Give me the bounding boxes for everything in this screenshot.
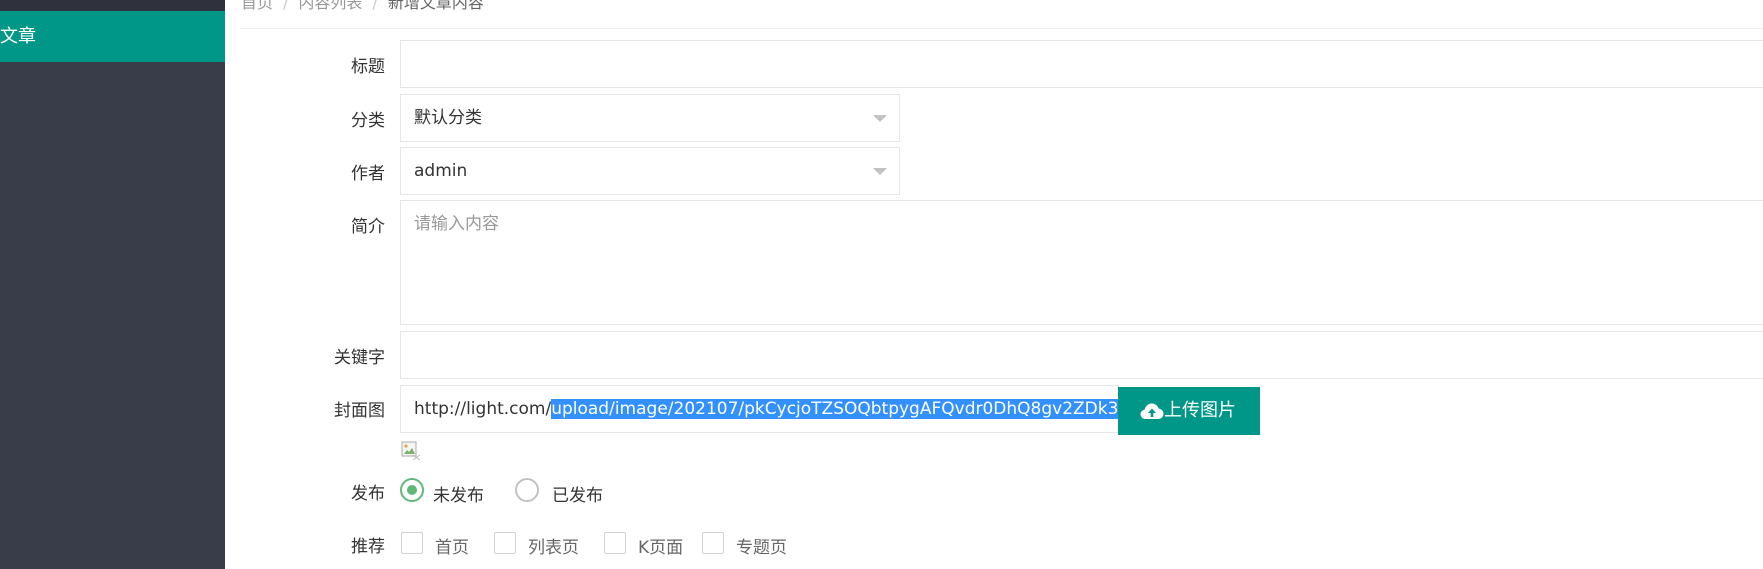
- breadcrumb: 首页 / 内容列表 / 新增文章内容: [241, 0, 484, 13]
- keywords-label: 关键字: [334, 348, 385, 368]
- breadcrumb-separator: /: [372, 0, 378, 12]
- radio-unpublished-label[interactable]: 未发布: [433, 481, 484, 506]
- breadcrumb-content-list[interactable]: 内容列表: [298, 0, 362, 12]
- checkbox-k-page[interactable]: [604, 532, 626, 554]
- cover-label: 封面图: [334, 401, 385, 421]
- author-label: 作者: [351, 164, 385, 184]
- radio-dot: [407, 485, 417, 495]
- publish-label: 发布: [351, 484, 385, 504]
- title-input[interactable]: [400, 40, 1763, 88]
- radio-unpublished[interactable]: [400, 478, 424, 502]
- cover-url-prefix: http://light.com/: [414, 399, 552, 419]
- sidebar-item-label: 文章: [0, 26, 36, 47]
- breadcrumb-divider: [240, 28, 1763, 29]
- category-select[interactable]: 默认分类: [400, 94, 900, 142]
- summary-placeholder: 请输入内容: [414, 214, 499, 234]
- checkbox-home-label[interactable]: 首页: [435, 533, 469, 558]
- checkbox-home[interactable]: [401, 532, 423, 554]
- breadcrumb-current: 新增文章内容: [387, 0, 484, 12]
- checkbox-topic-page[interactable]: [702, 532, 724, 554]
- checkbox-k-page-label[interactable]: K页面: [638, 533, 683, 558]
- category-value: 默认分类: [414, 108, 482, 128]
- checkbox-topic-page-label[interactable]: 专题页: [736, 533, 787, 558]
- checkbox-list-page[interactable]: [494, 532, 516, 554]
- chevron-down-icon: [873, 168, 887, 175]
- category-label: 分类: [351, 111, 385, 131]
- keywords-input[interactable]: [400, 331, 1763, 379]
- summary-textarea[interactable]: 请输入内容: [400, 200, 1763, 325]
- checkbox-list-page-label[interactable]: 列表页: [528, 533, 579, 558]
- cover-url-input[interactable]: http://light.com/upload/image/202107/pkC…: [400, 385, 1119, 433]
- cover-url-selected-text: upload/image/202107/pkCycjoTZSOQbtpygAFQ…: [551, 399, 1118, 419]
- upload-image-button[interactable]: 上传图片: [1118, 387, 1260, 435]
- author-select[interactable]: admin: [400, 147, 900, 195]
- radio-published-label[interactable]: 已发布: [552, 481, 603, 506]
- broken-image-icon: [401, 441, 421, 461]
- sidebar: 文章: [0, 0, 225, 569]
- title-label: 标题: [351, 57, 385, 77]
- recommend-label: 推荐: [351, 537, 385, 557]
- main-content: 首页 / 内容列表 / 新增文章内容 标题 分类 默认分类 作者 admin 简介 请输…: [225, 0, 1763, 569]
- upload-button-label: 上传图片: [1164, 400, 1236, 421]
- breadcrumb-home[interactable]: 首页: [241, 0, 273, 12]
- cloud-upload-icon: [1140, 403, 1164, 419]
- sidebar-item-articles[interactable]: 文章: [0, 11, 225, 62]
- author-value: admin: [414, 161, 468, 181]
- radio-published[interactable]: [515, 478, 539, 502]
- summary-label: 简介: [351, 217, 385, 237]
- sidebar-top-item[interactable]: [0, 0, 225, 11]
- chevron-down-icon: [873, 115, 887, 122]
- breadcrumb-separator: /: [283, 0, 289, 12]
